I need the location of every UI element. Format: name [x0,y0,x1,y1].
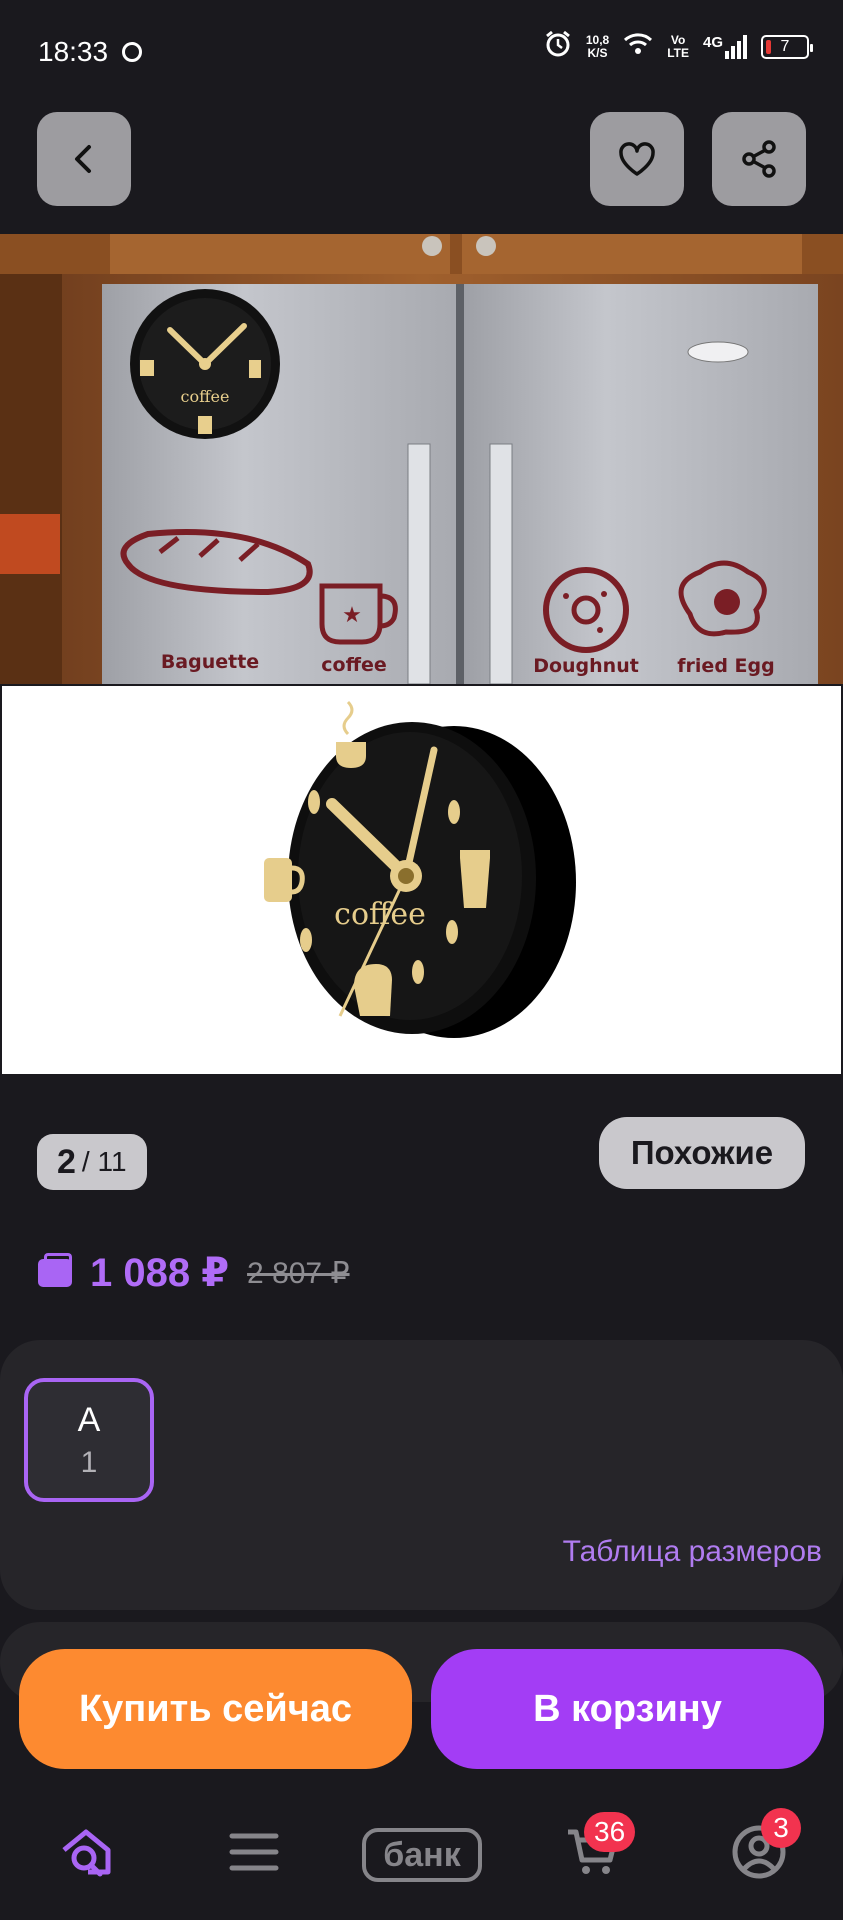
nav-bank[interactable]: банк [362,1828,482,1882]
battery-level: 7 [780,37,790,55]
variant-option-a[interactable]: A 1 [24,1378,154,1502]
alarm-icon [544,30,572,63]
baguette-label: Baguette [161,651,259,673]
product-photo-2[interactable]: coffee [0,684,843,1076]
wifi-icon [623,32,653,61]
chevron-left-icon [75,145,91,173]
net-speed: 10,8 K/S [585,32,610,60]
nav-catalog[interactable] [224,1822,284,1882]
status-bar: 18:33 10,8 K/S Vo LTE 4G 7 [0,0,843,100]
buy-now-button[interactable]: Купить сейчас [19,1649,412,1769]
message-notification-icon [122,42,142,62]
old-price: 2 807 ₽ [247,1256,350,1290]
network-type: 4G [702,33,723,51]
size-table-link[interactable]: Таблица размеров [563,1535,822,1569]
nav-home[interactable] [56,1822,116,1882]
wallet-icon [38,1253,72,1287]
battery-icon: 7 [761,34,813,59]
gallery-current: 2 [57,1142,76,1181]
current-price: 1 088 ₽ [90,1251,230,1295]
volte-top: Vo [670,32,686,47]
gallery-total: / 11 [81,1146,127,1177]
volte-indicator: Vo LTE [667,32,689,60]
clock-coffee-text: coffee [334,897,426,932]
menu-icon [229,1833,279,1871]
back-button[interactable] [37,112,131,206]
price-row: 1 088 ₽ 2 807 ₽ [38,1250,350,1296]
clock-photo: coffee [264,700,576,1038]
fridge-photo: coffee Baguette ★ coffee Doughnut fried … [0,234,843,684]
net-speed-unit: K/S [587,45,608,60]
doughnut-label: Doughnut [533,655,639,677]
product-photo-1[interactable]: coffee Baguette ★ coffee Doughnut fried … [0,234,843,684]
add-to-cart-button[interactable]: В корзину [431,1649,824,1769]
profile-badge: 3 [761,1808,801,1848]
share-button[interactable] [712,112,806,206]
net-speed-value: 10,8 [585,32,610,47]
home-search-icon [62,1829,111,1877]
volte-bottom: LTE [667,45,689,60]
favorite-button[interactable] [590,112,684,206]
photo1-coffee-text: coffee [181,387,230,406]
variant-label: A [77,1400,101,1439]
status-icons: 10,8 K/S Vo LTE 4G 7 [544,30,813,63]
fried-egg-label: fried Egg [677,655,774,677]
signal-icon: 4G [702,33,747,59]
svg-text:★: ★ [342,602,362,627]
coffee-cup-label: coffee [321,654,386,676]
variant-count: 1 [80,1445,98,1479]
similar-button[interactable]: Похожие [599,1117,805,1189]
heart-icon [619,142,655,176]
cart-badge: 36 [584,1812,636,1852]
status-time: 18:33 [38,36,109,67]
gallery-counter: 2 / 11 [37,1134,147,1190]
share-icon [742,140,776,178]
